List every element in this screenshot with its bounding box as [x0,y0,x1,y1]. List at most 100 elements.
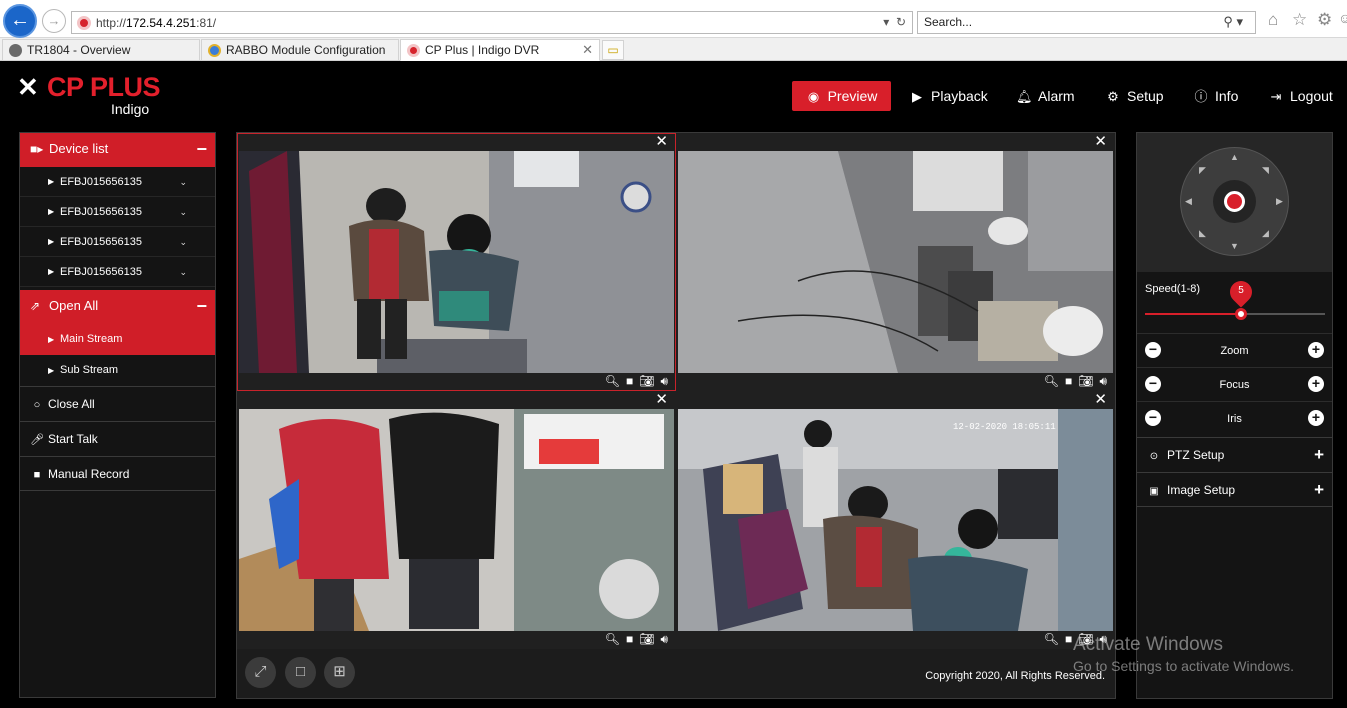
ptz-setup-row[interactable]: ⊙ PTZ Setup + [1137,437,1332,472]
forward-button[interactable]: → [42,9,66,33]
new-tab-button[interactable]: ▭ [602,40,624,60]
collapse-icon[interactable]: − [196,290,207,322]
tab-close-icon[interactable]: ✕ [582,42,593,58]
browser-tab-cpplus[interactable]: CP Plus | Indigo DVR ✕ [400,39,600,61]
settings-gear-icon[interactable]: ⚙ [1317,10,1332,30]
ptz-left-icon[interactable]: ◀ [1185,196,1192,207]
audio-icon[interactable]: 🔊︎ [660,374,668,388]
camera-cell-3[interactable]: ✕ 🔍︎ ■ 📷︎ 🔊︎ [237,391,676,649]
chevron-down-icon[interactable]: ⌄ [179,257,187,287]
ptz-up-icon[interactable]: ▲ [1230,152,1239,162]
video-record-icon[interactable]: ■ [626,374,633,388]
snapshot-camera-icon[interactable]: 📷︎ [639,374,654,388]
camera-feed-1[interactable] [239,151,674,373]
ptz-up-left-icon[interactable]: ◤ [1199,165,1206,176]
zoom-icon[interactable]: 🔍︎ [1044,632,1059,646]
main-stream-item[interactable]: ▶ Main Stream [20,324,215,355]
close-all-button[interactable]: ○ Close All [20,386,215,421]
close-icon[interactable]: ✕ [1094,391,1107,409]
snapshot-camera-icon[interactable]: 📷︎ [1078,632,1093,646]
camera-feed-4[interactable]: 12-02-2020 18:05:11 [678,409,1113,631]
nav-setup[interactable]: ⚙ Setup [1105,81,1163,111]
chevron-down-icon[interactable]: ⌄ [179,227,187,257]
home-icon[interactable]: ⌂ [1268,10,1278,30]
close-icon[interactable]: ✕ [655,133,668,151]
zoom-icon[interactable]: 🔍︎ [605,374,620,388]
device-item[interactable]: ▶ EFBJ015656135 ⌄ [20,227,215,257]
zoom-icon[interactable]: 🔍︎ [605,632,620,646]
fullscreen-button[interactable]: ⤢ [245,657,276,688]
open-all-header[interactable]: ⇗ Open All − [20,290,215,324]
audio-icon[interactable]: 🔊︎ [660,632,668,646]
favorites-star-icon[interactable]: ☆ [1292,10,1307,30]
video-record-icon[interactable]: ■ [626,632,633,646]
video-record-icon[interactable]: ■ [1065,632,1072,646]
close-icon[interactable]: ✕ [655,391,668,409]
ptz-down-left-icon[interactable]: ◣ [1199,228,1206,239]
smiley-icon[interactable]: ☺ [1338,10,1347,26]
nav-preview[interactable]: ◉ Preview [792,81,891,111]
chevron-down-icon[interactable]: ⌄ [179,167,187,197]
zoom-plus-icon[interactable]: + [1308,342,1324,358]
browser-tab-tr1804[interactable]: TR1804 - Overview [2,39,200,61]
layout-bar: ⤢ □ ⊞ Copyright 2020, All Rights Reserve… [239,649,1113,696]
chevron-down-icon[interactable]: ⌄ [179,197,187,227]
camera-feed-2[interactable] [678,151,1113,373]
search-icon[interactable]: ⚲ ▾ [1223,14,1243,30]
ptz-center-dot-icon [1224,191,1245,212]
nav-playback[interactable]: ▶ Playback [909,81,988,111]
search-input[interactable] [924,15,1204,29]
quad-view-button[interactable]: ⊞ [324,657,355,688]
nav-logout[interactable]: ⇥ Logout [1268,81,1333,111]
start-talk-button[interactable]: 🎤︎ Start Talk [20,421,215,456]
ptz-center-button[interactable] [1213,180,1256,223]
manual-record-button[interactable]: ■ Manual Record [20,456,215,491]
address-bar[interactable]: http://172.54.4.251:81/ ▾ ↻ [71,11,913,34]
speed-slider-handle[interactable] [1235,308,1247,320]
play-icon: ▶ [912,89,922,104]
expand-plus-icon[interactable]: + [1314,438,1324,472]
zoom-icon[interactable]: 🔍︎ [1044,374,1059,388]
audio-icon[interactable]: 🔊︎ [1099,374,1107,388]
video-record-icon[interactable]: ■ [1065,374,1072,388]
image-icon: ▣ [1149,486,1159,497]
url-host: 172.54.4.251 [126,16,197,30]
device-item[interactable]: ▶ EFBJ015656135 ⌄ [20,257,215,287]
camera-cell-4[interactable]: ✕ 12-02-2020 18:05:11 🔍︎ ■ 📷︎ 🔊︎ [676,391,1115,649]
dropdown-icon[interactable]: ▾ [883,15,889,29]
image-setup-row[interactable]: ▣ Image Setup + [1137,472,1332,507]
device-list-header[interactable]: ■▸ Device list − [20,133,215,167]
device-item[interactable]: ▶ EFBJ015656135 ⌄ [20,167,215,197]
expand-plus-icon[interactable]: + [1314,473,1324,507]
focus-plus-icon[interactable]: + [1308,376,1324,392]
ptz-down-right-icon[interactable]: ◢ [1262,228,1269,239]
address-url[interactable]: http://172.54.4.251:81/ [96,16,216,30]
camera-cell-2[interactable]: ✕ 🔍︎ ■ 📷︎ 🔊︎ [676,133,1115,391]
iris-plus-icon[interactable]: + [1308,410,1324,426]
audio-icon[interactable]: 🔊︎ [1099,632,1107,646]
nav-alarm[interactable]: 🔔︎ Alarm [1016,81,1075,111]
collapse-icon[interactable]: − [196,133,207,165]
ptz-right-icon[interactable]: ▶ [1276,196,1283,207]
camera-cell-1[interactable]: ✕ 🔍︎ ■ 📷︎ 🔊︎ [237,133,676,391]
back-button[interactable]: ← [3,4,37,38]
refresh-icon[interactable]: ↻ [896,15,906,29]
ptz-direction-wheel[interactable]: ▲ ▼ ◀ ▶ ◤ ◥ ◣ ◢ [1180,147,1289,256]
single-view-button[interactable]: □ [285,657,316,688]
close-icon[interactable]: ✕ [1094,133,1107,151]
ptz-up-right-icon[interactable]: ◥ [1262,165,1269,176]
device-item[interactable]: ▶ EFBJ015656135 ⌄ [20,197,215,227]
camera-feed-3[interactable] [239,409,674,631]
camera-timestamp: 12-02-2020 18:05:11 [953,422,1056,432]
speed-slider[interactable] [1145,308,1325,320]
nav-info[interactable]: ⓘ Info [1193,81,1238,111]
sub-stream-item[interactable]: ▶ Sub Stream [20,355,215,386]
search-box[interactable]: ⚲ ▾ [917,11,1256,34]
speed-value-bubble: 5 [1225,276,1257,308]
copyright-text: Copyright 2020, All Rights Reserved. [925,670,1105,682]
snapshot-camera-icon[interactable]: 📷︎ [639,632,654,646]
ptz-down-icon[interactable]: ▼ [1230,241,1239,251]
expand-triangle-icon: ▶ [48,335,55,344]
snapshot-camera-icon[interactable]: 📷︎ [1078,374,1093,388]
browser-tab-rabbo[interactable]: RABBO Module Configuration [201,39,399,61]
